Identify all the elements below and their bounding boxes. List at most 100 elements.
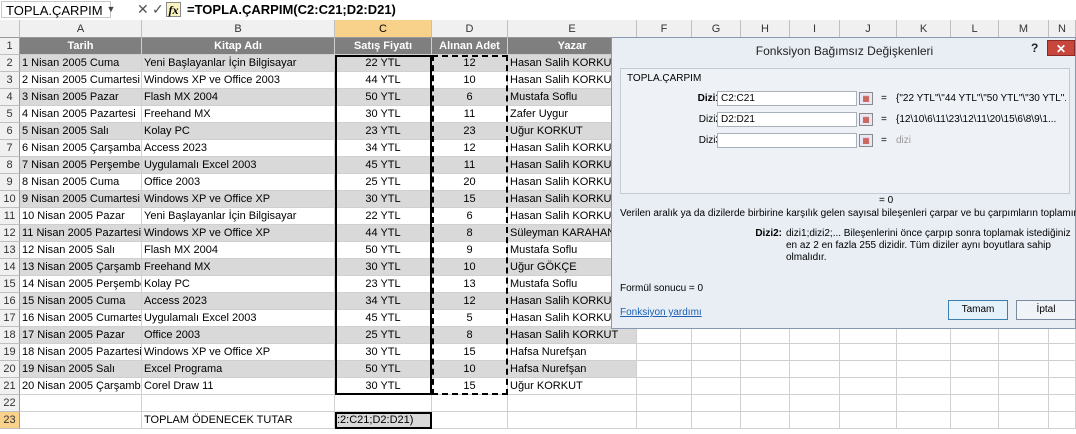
empty-cell[interactable] xyxy=(897,344,951,361)
empty-cell[interactable] xyxy=(790,378,840,395)
empty-cell[interactable] xyxy=(692,344,741,361)
empty-cell[interactable] xyxy=(897,361,951,378)
column-header-h[interactable]: H xyxy=(741,20,790,38)
row-header[interactable]: 13 xyxy=(0,242,20,259)
table-cell[interactable]: Windows XP ve Office XP xyxy=(142,191,335,208)
table-cell[interactable]: 7 Nisan 2005 Perşembe xyxy=(20,157,142,174)
empty-cell[interactable] xyxy=(741,327,790,344)
formula-input[interactable]: =TOPLA.ÇARPIM(C2:C21;D2:D21) xyxy=(187,1,396,18)
row-header[interactable]: 8 xyxy=(0,157,20,174)
table-cell[interactable]: 5 Nisan 2005 Salı xyxy=(20,123,142,140)
empty-cell[interactable] xyxy=(790,344,840,361)
empty-cell[interactable] xyxy=(897,327,951,344)
table-cell[interactable]: 16 Nisan 2005 Cumartesi xyxy=(20,310,142,327)
table-cell[interactable]: Office 2003 xyxy=(142,327,335,344)
table-cell[interactable]: Uygulamalı Excel 2003 xyxy=(142,157,335,174)
table-cell[interactable]: Excel Programa xyxy=(142,361,335,378)
table-cell[interactable] xyxy=(20,412,142,429)
empty-cell[interactable] xyxy=(840,344,897,361)
table-cell[interactable]: Kolay PC xyxy=(142,276,335,293)
empty-cell[interactable] xyxy=(840,412,897,429)
row-header[interactable]: 16 xyxy=(0,293,20,310)
empty-cell[interactable] xyxy=(741,412,790,429)
table-cell[interactable] xyxy=(432,395,508,412)
cancel-button[interactable]: İptal xyxy=(1016,300,1076,320)
table-cell[interactable]: Hafsa Nurefşan xyxy=(508,344,637,361)
empty-cell[interactable] xyxy=(840,395,897,412)
row-header[interactable]: 17 xyxy=(0,310,20,327)
row-header[interactable]: 5 xyxy=(0,106,20,123)
table-cell[interactable]: Hafsa Nurefşan xyxy=(508,361,637,378)
empty-cell[interactable] xyxy=(1049,327,1076,344)
empty-cell[interactable] xyxy=(951,344,999,361)
row-header[interactable]: 20 xyxy=(0,361,20,378)
empty-cell[interactable] xyxy=(951,395,999,412)
empty-cell[interactable] xyxy=(897,395,951,412)
empty-cell[interactable] xyxy=(741,378,790,395)
column-header-a[interactable]: A xyxy=(20,20,142,38)
table-cell[interactable]: Freehand MX xyxy=(142,259,335,276)
empty-cell[interactable] xyxy=(637,361,692,378)
row-header[interactable]: 15 xyxy=(0,276,20,293)
column-header-k[interactable]: K xyxy=(897,20,951,38)
table-cell[interactable]: Uygulamalı Excel 2003 xyxy=(142,310,335,327)
function-help-link[interactable]: Fonksiyon yardımı xyxy=(620,307,702,318)
column-header-e[interactable]: E xyxy=(508,20,637,38)
column-header-l[interactable]: L xyxy=(951,20,999,38)
row-header[interactable]: 4 xyxy=(0,89,20,106)
empty-cell[interactable] xyxy=(1049,395,1076,412)
table-cell[interactable] xyxy=(508,412,637,429)
empty-cell[interactable] xyxy=(741,344,790,361)
empty-cell[interactable] xyxy=(790,412,840,429)
empty-cell[interactable] xyxy=(637,378,692,395)
table-cell[interactable]: 12 Nisan 2005 Salı xyxy=(20,242,142,259)
empty-cell[interactable] xyxy=(1049,412,1076,429)
column-header-i[interactable]: I xyxy=(790,20,840,38)
table-cell[interactable]: Access 2023 xyxy=(142,140,335,157)
row-header[interactable]: 22 xyxy=(0,395,20,412)
empty-cell[interactable] xyxy=(692,361,741,378)
table-cell[interactable]: Windows XP ve Office 2003 xyxy=(142,72,335,89)
empty-cell[interactable] xyxy=(999,327,1049,344)
table-cell[interactable]: 1 Nisan 2005 Cuma xyxy=(20,55,142,72)
close-button[interactable]: ✕ xyxy=(1047,40,1075,56)
insert-function-icon[interactable]: fx xyxy=(166,2,181,17)
row-header[interactable]: 19 xyxy=(0,344,20,361)
table-cell[interactable] xyxy=(432,412,508,429)
range-select-icon[interactable]: ▦ xyxy=(859,92,873,105)
row-header[interactable]: 11 xyxy=(0,208,20,225)
empty-cell[interactable] xyxy=(951,412,999,429)
column-header-m[interactable]: M xyxy=(999,20,1049,38)
empty-cell[interactable] xyxy=(741,395,790,412)
table-cell[interactable]: 14 Nisan 2005 Perşembe xyxy=(20,276,142,293)
table-cell[interactable]: 13 Nisan 2005 Çarşamba xyxy=(20,259,142,276)
empty-cell[interactable] xyxy=(999,361,1049,378)
column-header-c[interactable]: C xyxy=(335,20,432,38)
row-header[interactable]: 10 xyxy=(0,191,20,208)
table-cell[interactable]: Freehand MX xyxy=(142,106,335,123)
empty-cell[interactable] xyxy=(1049,378,1076,395)
table-cell[interactable] xyxy=(20,395,142,412)
empty-cell[interactable] xyxy=(790,327,840,344)
table-cell[interactable]: 6 Nisan 2005 Çarşamba xyxy=(20,140,142,157)
row-header[interactable]: 1 xyxy=(0,38,20,55)
help-icon[interactable]: ? xyxy=(1031,41,1038,55)
row-header[interactable]: 7 xyxy=(0,140,20,157)
row-header[interactable]: 23 xyxy=(0,412,20,429)
table-cell[interactable]: Windows XP ve Office XP xyxy=(142,344,335,361)
empty-cell[interactable] xyxy=(999,395,1049,412)
empty-cell[interactable] xyxy=(790,395,840,412)
column-header-n[interactable]: N xyxy=(1049,20,1076,38)
dizi2-input[interactable]: D2:D21 xyxy=(717,112,857,127)
column-header-d[interactable]: D xyxy=(432,20,508,38)
dizi3-input[interactable] xyxy=(717,133,857,148)
table-cell[interactable]: 3 Nisan 2005 Pazar xyxy=(20,89,142,106)
table-cell[interactable]: Flash MX 2004 xyxy=(142,89,335,106)
row-header[interactable]: 14 xyxy=(0,259,20,276)
column-header-g[interactable]: G xyxy=(692,20,741,38)
column-header-j[interactable]: J xyxy=(840,20,897,38)
empty-cell[interactable] xyxy=(637,395,692,412)
empty-cell[interactable] xyxy=(999,412,1049,429)
row-header[interactable]: 18 xyxy=(0,327,20,344)
empty-cell[interactable] xyxy=(1049,344,1076,361)
